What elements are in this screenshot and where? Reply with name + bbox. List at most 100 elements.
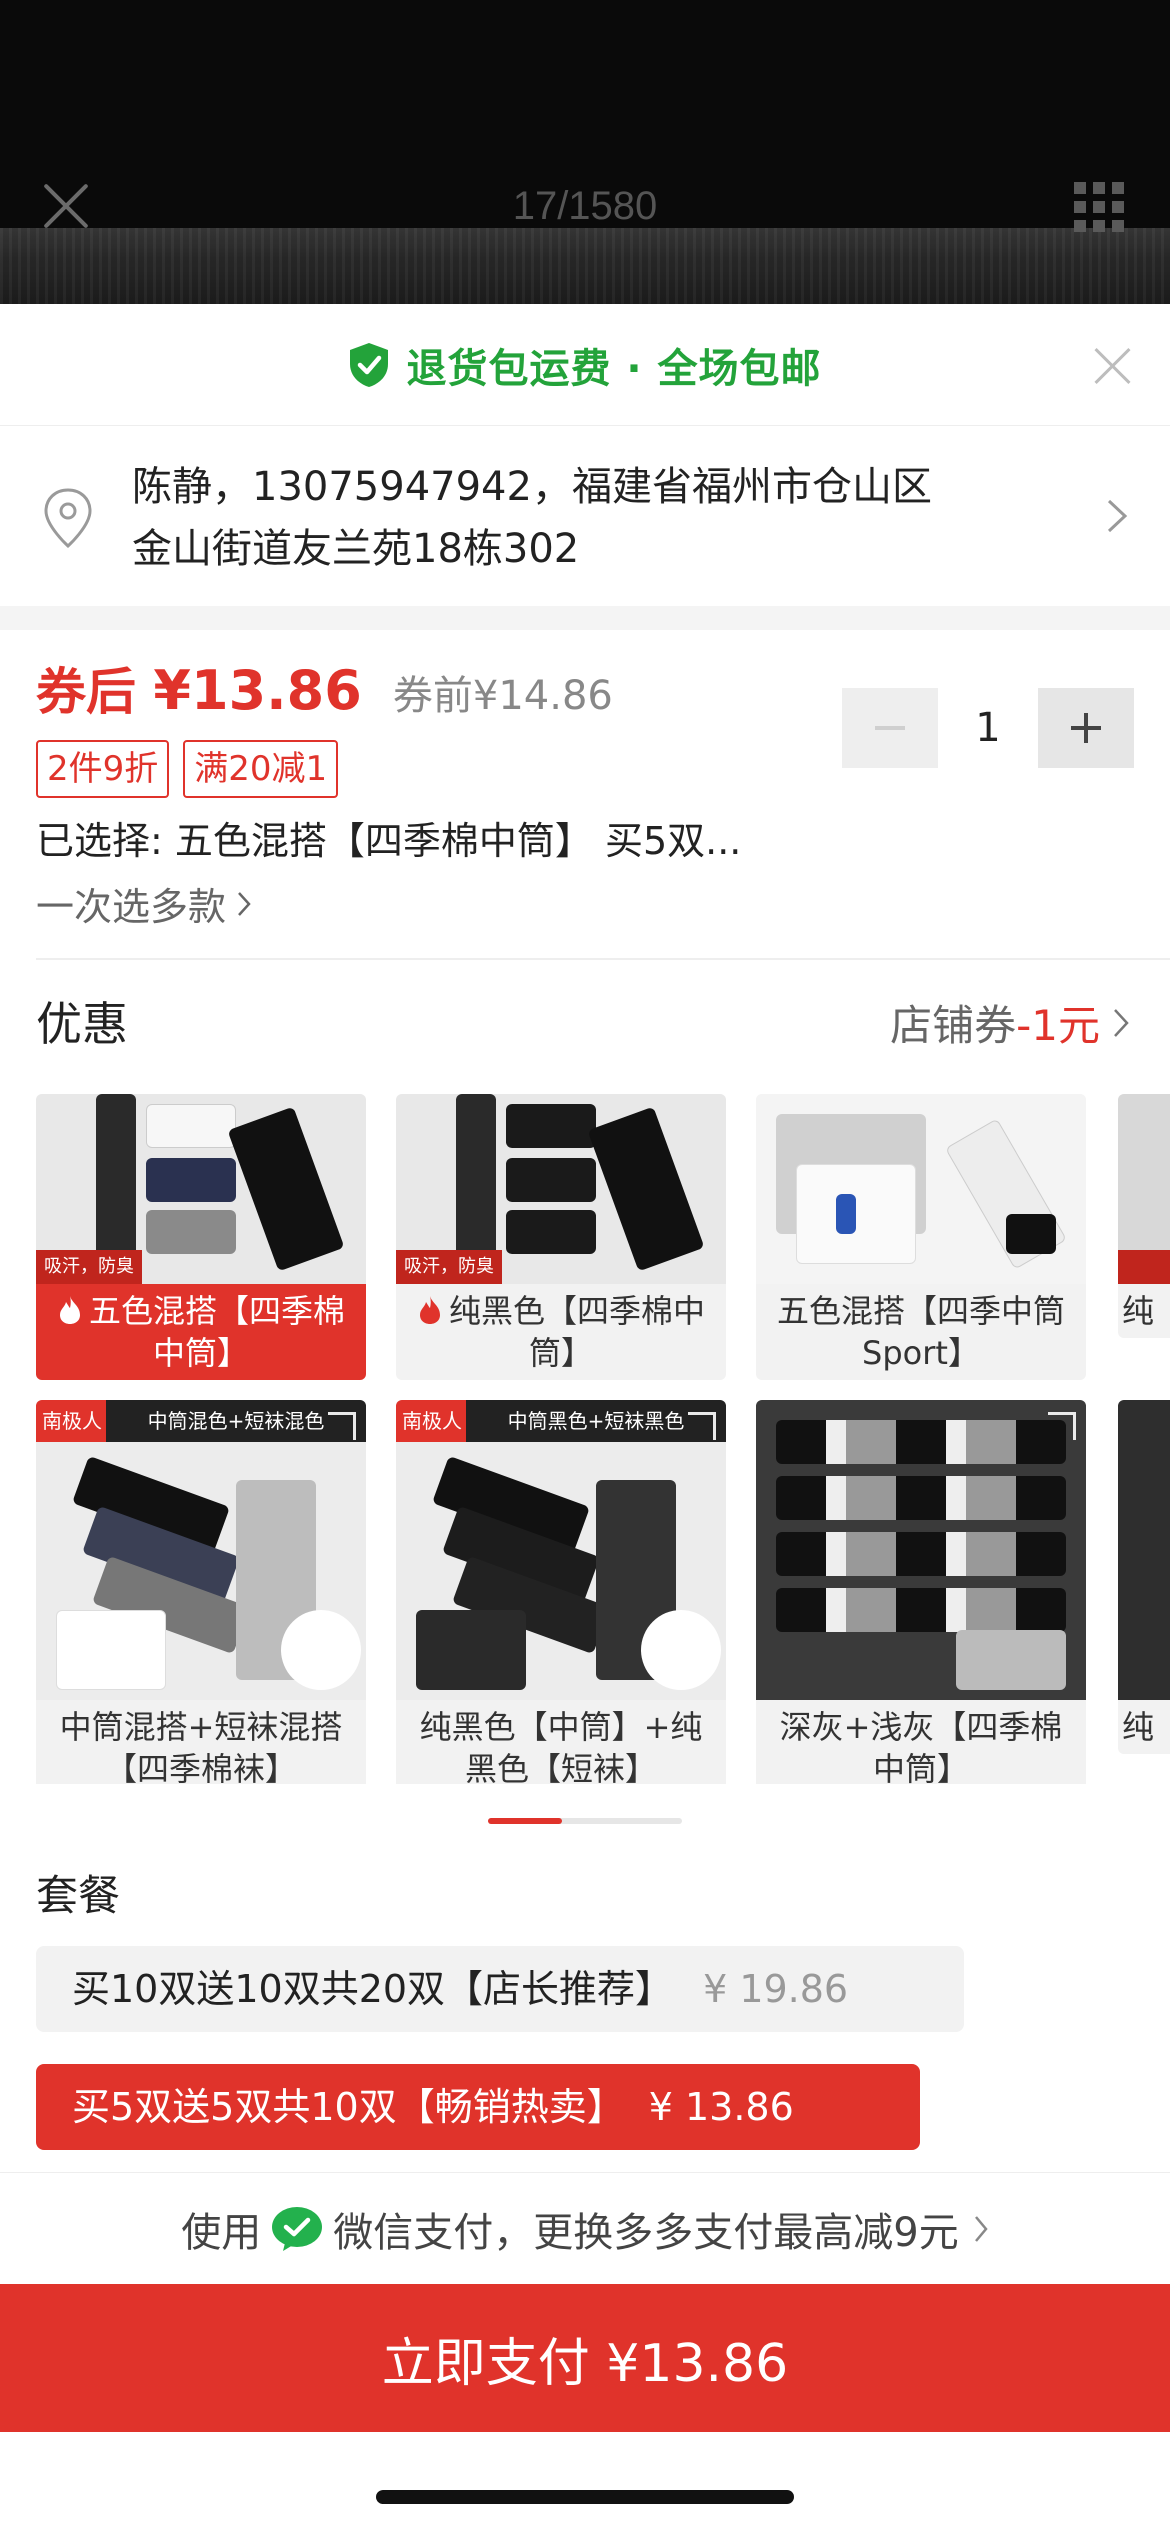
image-counter: 17/1580 [512,184,658,228]
chevron-right-icon [238,891,251,916]
multi-select-link[interactable]: 一次选多款 [36,876,252,931]
close-icon[interactable] [1092,346,1132,386]
variant-label: 中筒混搭+短袜混搭【四季棉袜】 [36,1700,366,1784]
variant-label-line1: 纯 [1122,1292,1155,1330]
feature-tag: 吸汗，防臭 [36,1250,142,1284]
variant-card[interactable]: 吸汗，防臭 五色混搭【四季棉中筒】 [36,1094,366,1380]
price-before-coupon: 券前¥14.86 [392,673,613,719]
address-line-1: 陈静，13075947942，福建省福州市仓山区 [132,464,932,510]
chevron-right-icon [1107,499,1128,533]
variant-top-caption: 中筒混色+短袜混色 [106,1400,366,1442]
variant-image: 南极人 中筒混色+短袜混色 [36,1400,366,1700]
promo-tags: 2件9折 满20减1 [36,740,339,798]
fire-icon [59,1296,80,1324]
product-image-preview [0,228,1170,304]
package-title: 套餐 [36,1871,121,1920]
coupon-value: -1元 [1016,1001,1100,1050]
package-option-selected[interactable]: 买5双送5双共10双【畅销热卖】 ¥ 13.86 [36,2064,920,2150]
store-coupon-link[interactable]: 店铺券 -1元 [890,992,1130,1053]
package-price: ¥ 13.86 [648,2085,794,2129]
wechat-pay-icon [272,2206,323,2251]
grid-icon[interactable] [1074,182,1124,232]
expand-icon[interactable] [328,1412,356,1440]
variant-label: 深灰+浅灰【四季棉中筒】 [756,1700,1086,1784]
variant-card[interactable]: 南极人 中筒混色+短袜混色 中筒混搭+短袜混搭【四季棉袜】 [36,1400,366,1784]
variant-label-line1: 纯黑色【四季棉中 [448,1292,705,1330]
divider [36,958,1170,960]
quantity-stepper: 1 [842,688,1134,768]
selected-variant: 已选择: 五色混搭【四季棉中筒】 买5双... [36,819,742,863]
variant-label: 纯 [1118,1700,1170,1754]
variant-label-line1: 中筒混搭+短袜混搭 [59,1708,343,1746]
price-after-label: 券后 [36,663,136,721]
promo-tag: 满20减1 [183,740,339,798]
payment-method-text: 微信支付，更换多多支付最高减9元 [333,2209,959,2256]
price-after-value: ¥13.86 [153,659,362,722]
location-pin-icon [44,488,92,549]
variant-label-line2: 【四季棉袜】 [104,1750,297,1784]
promo-tag: 2件9折 [36,740,170,798]
variant-card-partial[interactable]: 纯 [1118,1400,1170,1754]
variant-label-line1: 五色混搭【四季中筒 [776,1292,1065,1330]
variant-label: 纯黑色【四季棉中筒】 [396,1284,726,1380]
variant-image [1118,1400,1170,1700]
variant-label-line2: 中筒】 [152,1334,249,1372]
variant-label-line1: 五色混搭【四季棉 [88,1292,345,1330]
variant-card[interactable]: 吸汗，防臭 纯黑色【四季棉中筒】 [396,1094,726,1380]
variant-image: 吸汗，防臭 [36,1094,366,1284]
variant-label: 纯黑色【中筒】+纯黑色【短袜】 [396,1700,726,1784]
variant-grid: 吸汗，防臭 五色混搭【四季棉 中筒】 吸汗，防臭 纯黑色【四季棉中 筒】 五色混… [36,1094,1170,1784]
variant-card[interactable]: 深灰+浅灰【四季棉中筒】 [756,1400,1086,1784]
variant-label: 五色混搭【四季中筒 Sport】 [756,1284,1086,1380]
variant-scroll-indicator [488,1818,682,1824]
plus-icon [1071,713,1101,743]
variant-label-line1: 纯 [1122,1708,1155,1746]
shield-check-icon [350,342,389,387]
section-gap [0,606,1170,630]
variant-label: 纯 [1118,1284,1170,1338]
address-row[interactable]: 陈静，13075947942，福建省福州市仓山区 金山街道友兰苑18栋302 [0,426,1170,606]
coupon-label: 店铺券 [890,1001,1017,1050]
expand-icon[interactable] [688,1412,716,1440]
variant-label-line2: 黑色【短袜】 [464,1750,657,1784]
pay-now-button[interactable]: 立即支付 ¥13.86 [0,2284,1170,2432]
variant-image: 吸汗，防臭 [396,1094,726,1284]
multi-select-label: 一次选多款 [36,885,227,929]
variant-image [756,1094,1086,1284]
chevron-right-icon [1114,1008,1129,1037]
variant-label-line2: 中筒】 [872,1750,969,1784]
increase-button[interactable] [1038,688,1134,768]
package-label: 买10双送10双共20双【店长推荐】 [72,1967,674,2011]
fire-icon [419,1296,440,1324]
payment-use-label: 使用 [181,2209,262,2256]
variant-label-line1: 纯黑色【中筒】+纯 [419,1708,703,1746]
image-viewer-header: 17/1580 [0,0,1170,304]
variant-image [1118,1094,1170,1284]
decrease-button[interactable] [842,688,938,768]
variant-card[interactable]: 南极人 中筒黑色+短袜黑色 纯黑色【中筒】+纯黑色【短袜】 [396,1400,726,1784]
discount-title: 优惠 [36,997,128,1051]
variant-label-line2: 筒】 [528,1334,593,1372]
feature-tag [1118,1250,1170,1284]
home-indicator[interactable] [376,2490,794,2504]
feature-tag: 吸汗，防臭 [396,1250,502,1284]
payment-method-row[interactable]: 使用 微信支付，更换多多支付最高减9元 [0,2172,1170,2284]
package-label: 买5双送5双共10双【畅销热卖】 [72,2085,625,2129]
minus-icon [875,726,905,730]
variant-label-line1: 深灰+浅灰【四季棉 [779,1708,1063,1746]
variant-image [756,1400,1086,1700]
brand-mark: 南极人 [396,1400,468,1442]
variant-label: 五色混搭【四季棉中筒】 [36,1284,366,1380]
chevron-right-icon [974,2215,988,2242]
variant-top-caption: 中筒黑色+短袜黑色 [466,1400,726,1442]
banner-text: 退货包运费 · 全场包邮 [406,345,822,392]
variant-card[interactable]: 五色混搭【四季中筒 Sport】 [756,1094,1086,1380]
address-line-2: 金山街道友兰苑18栋302 [132,526,580,572]
variant-card-partial[interactable]: 纯 [1118,1094,1170,1338]
quantity-value[interactable]: 1 [938,705,1038,751]
brand-mark: 南极人 [36,1400,108,1442]
package-option[interactable]: 买10双送10双共20双【店长推荐】 ¥ 19.86 [36,1946,964,2032]
variant-label-line2: Sport】 [862,1334,980,1372]
shipping-banner: 退货包运费 · 全场包邮 [0,304,1170,426]
variant-image: 南极人 中筒黑色+短袜黑色 [396,1400,726,1700]
